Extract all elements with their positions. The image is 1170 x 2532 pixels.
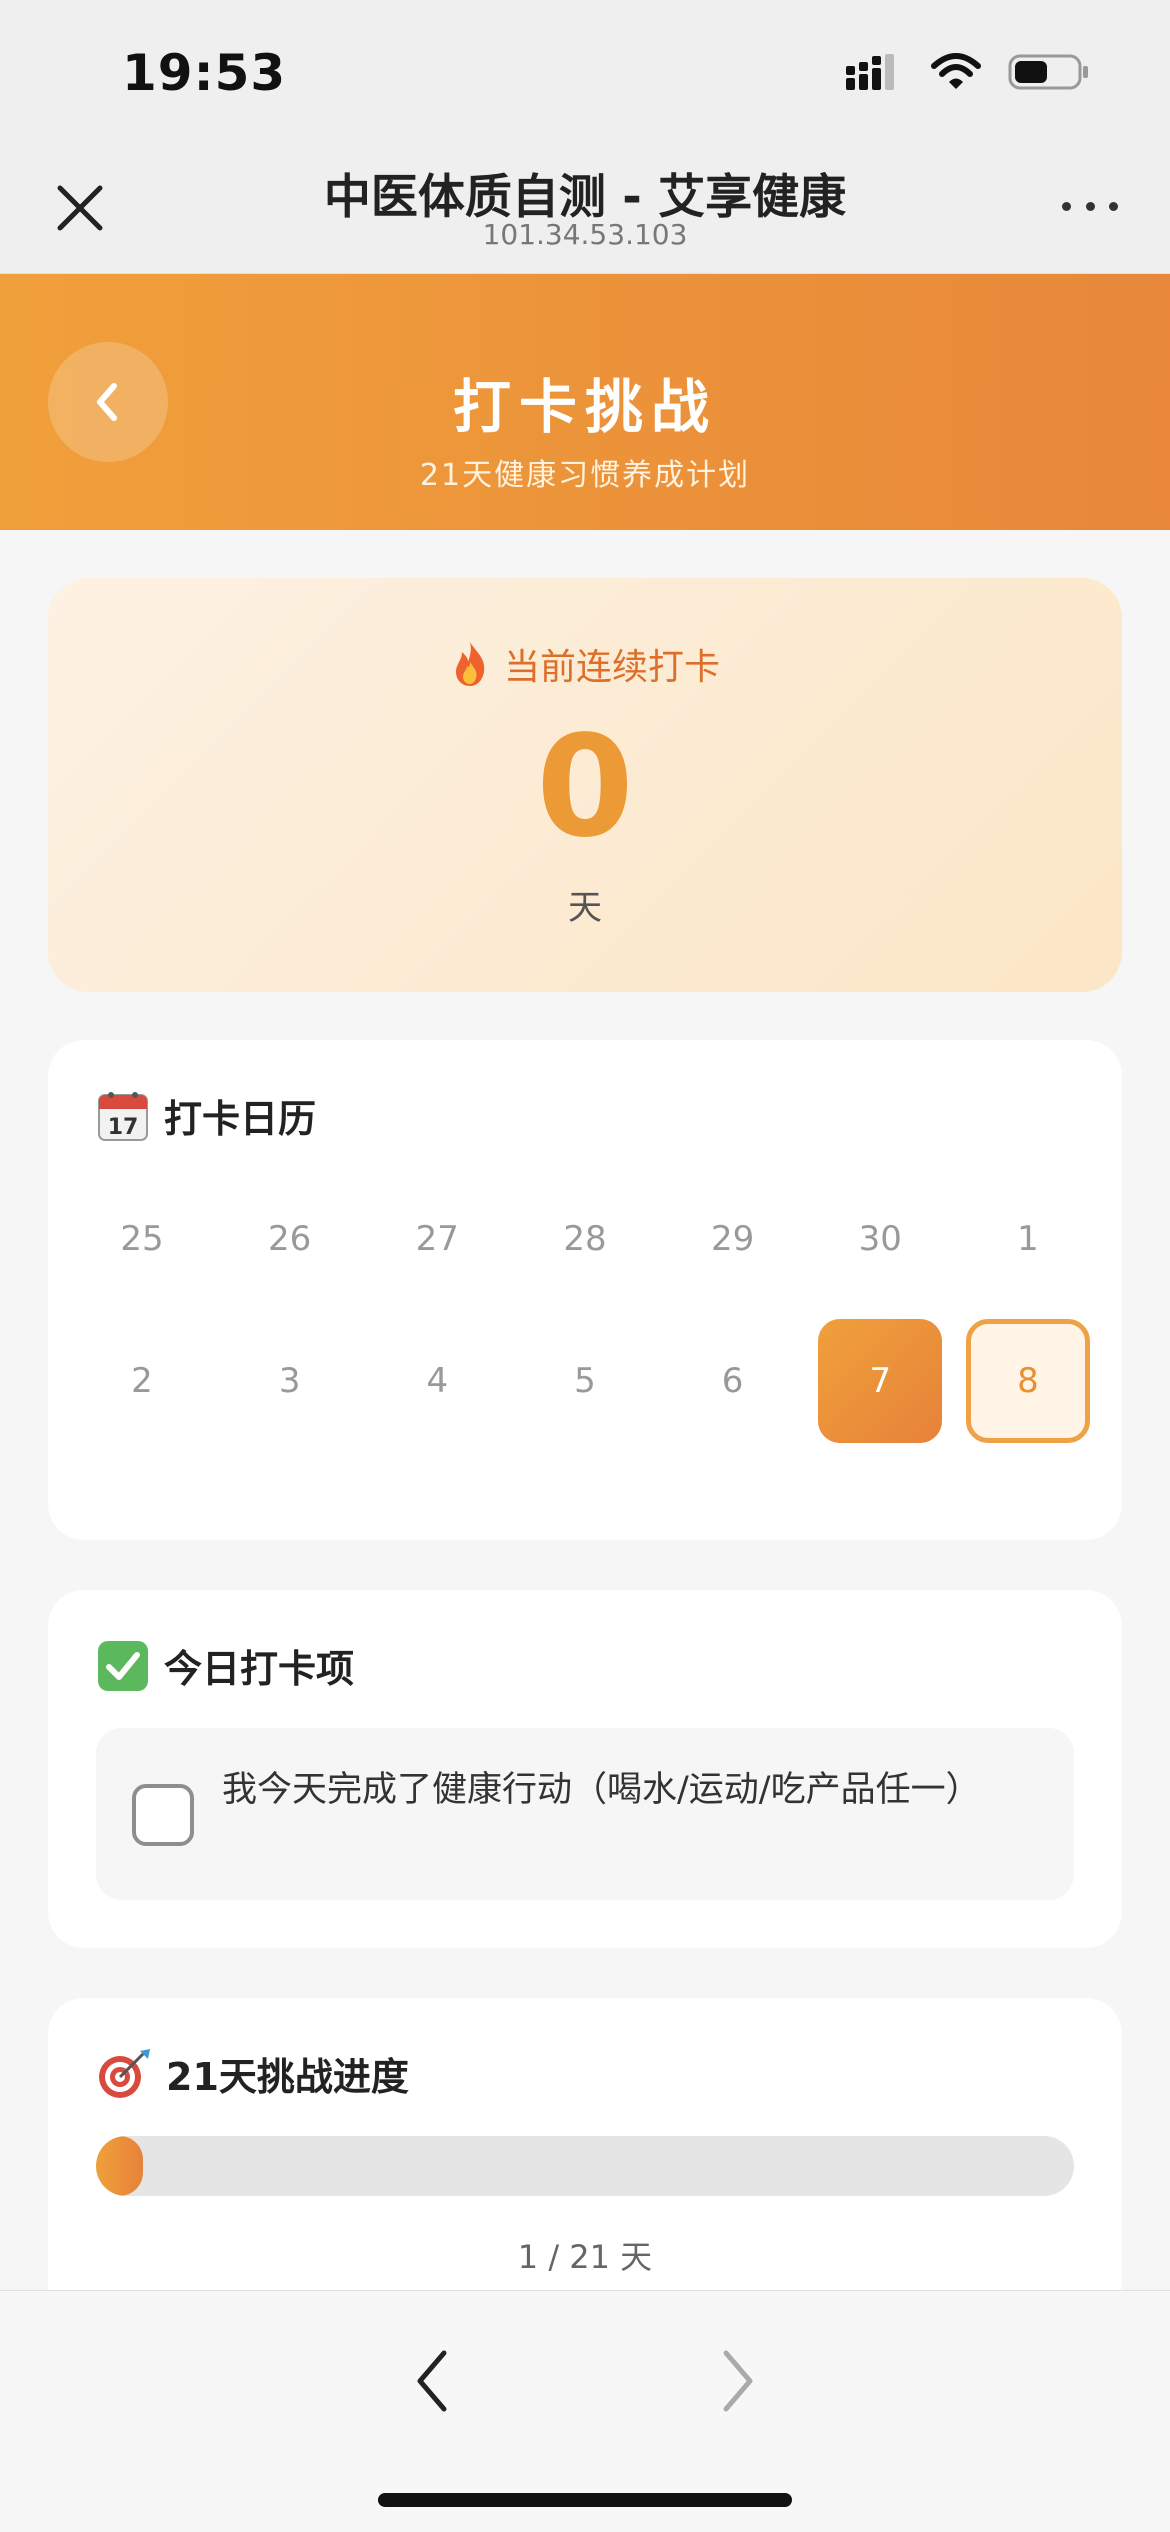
today-tasks-title: 今日打卡项: [164, 1647, 355, 1691]
calendar-grid: 25 26 27 28 29 30 1 2 3 4 5 6 7 8: [80, 1174, 1090, 1458]
progress-card: 21天挑战进度 1 / 21 天: [48, 1998, 1122, 2318]
progress-bar: [96, 2136, 1074, 2196]
challenge-banner: 打卡挑战 21天健康习惯养成计划: [0, 274, 1170, 530]
calendar-day[interactable]: 3: [228, 1319, 352, 1443]
more-icon: [1062, 201, 1071, 211]
home-indicator: [378, 2493, 792, 2507]
calendar-day[interactable]: 30: [818, 1177, 942, 1301]
streak-label-row: 当前连续打卡: [48, 638, 1122, 690]
calendar-card: 17 打卡日历 25 26 27 28 29 30 1 2 3 4 5 6 7 …: [48, 1040, 1122, 1540]
calendar-day[interactable]: 28: [523, 1177, 647, 1301]
nav-back-button[interactable]: [400, 2341, 470, 2421]
progress-title-row: 21天挑战进度: [96, 2046, 409, 2101]
streak-value: 0: [536, 706, 634, 869]
status-bar: 19:53: [0, 0, 1170, 140]
calendar-day-checked-in[interactable]: 7: [818, 1319, 943, 1443]
page-address: 101.34.53.103: [482, 218, 688, 251]
calendar-day[interactable]: 4: [375, 1319, 499, 1443]
chevron-right-icon: [723, 2350, 753, 2412]
page: 19:53 中医体质自测 - 艾享健康 101.34.53.103 打卡挑战 2…: [0, 0, 1170, 2532]
progress-text: 1 / 21 天: [517, 2238, 653, 2276]
status-icons: [846, 52, 1090, 92]
fire-icon: [455, 642, 485, 686]
chevron-left-icon: [417, 2350, 447, 2412]
status-time: 19:53: [122, 44, 287, 102]
task-checkbox[interactable]: [132, 1784, 194, 1846]
progress-bar-fill: [96, 2136, 143, 2196]
calendar-icon: 17: [98, 1091, 148, 1141]
calendar-day[interactable]: 1: [966, 1177, 1090, 1301]
calendar-title-row: 17 打卡日历: [96, 1088, 316, 1143]
calendar-week-1: 25 26 27 28 29 30 1: [80, 1174, 1090, 1304]
task-text: 我今天完成了健康行动（喝水/运动/吃产品任一）: [222, 1770, 981, 1810]
calendar-week-2: 2 3 4 5 6 7 8: [80, 1316, 1090, 1446]
svg-text:17: 17: [108, 1115, 139, 1140]
streak-unit: 天: [568, 888, 602, 928]
calendar-title: 打卡日历: [164, 1097, 317, 1141]
banner-subtitle: 21天健康习惯养成计划: [419, 458, 751, 493]
more-button[interactable]: [1062, 186, 1118, 226]
target-icon: [99, 2048, 150, 2098]
calendar-day[interactable]: 5: [523, 1319, 647, 1443]
browser-header: 中医体质自测 - 艾享健康 101.34.53.103: [0, 140, 1170, 274]
calendar-day[interactable]: 25: [80, 1177, 204, 1301]
calendar-day[interactable]: 2: [80, 1319, 204, 1443]
task-item[interactable]: 我今天完成了健康行动（喝水/运动/吃产品任一）: [96, 1728, 1074, 1900]
streak-label: 当前连续打卡: [503, 647, 720, 688]
streak-card: 当前连续打卡 0 天: [48, 578, 1122, 992]
today-tasks-card: 今日打卡项 我今天完成了健康行动（喝水/运动/吃产品任一）: [48, 1590, 1122, 1948]
browser-toolbar: [0, 2290, 1170, 2532]
calendar-day[interactable]: 29: [671, 1177, 795, 1301]
signal-icon: [846, 54, 894, 90]
more-icon-dot: [1109, 201, 1118, 211]
content-area: 当前连续打卡 0 天 17 打卡日历 25 26 27 28 29 30 1 2…: [0, 530, 1170, 2318]
calendar-day[interactable]: 6: [671, 1319, 795, 1443]
calendar-day[interactable]: 26: [228, 1177, 352, 1301]
banner-title: 打卡挑战: [452, 373, 717, 441]
calendar-day-today[interactable]: 8: [965, 1319, 1090, 1443]
calendar-day[interactable]: 27: [375, 1177, 499, 1301]
more-icon-dot: [1085, 201, 1095, 211]
progress-title: 21天挑战进度: [166, 2055, 409, 2099]
wifi-icon: [931, 53, 981, 89]
page-title: 中医体质自测 - 艾享健康: [323, 170, 847, 225]
battery-icon: [1008, 54, 1088, 90]
check-mark-icon: [98, 1640, 148, 1691]
nav-forward-button[interactable]: [700, 2341, 770, 2421]
today-tasks-title-row: 今日打卡项: [96, 1638, 354, 1693]
